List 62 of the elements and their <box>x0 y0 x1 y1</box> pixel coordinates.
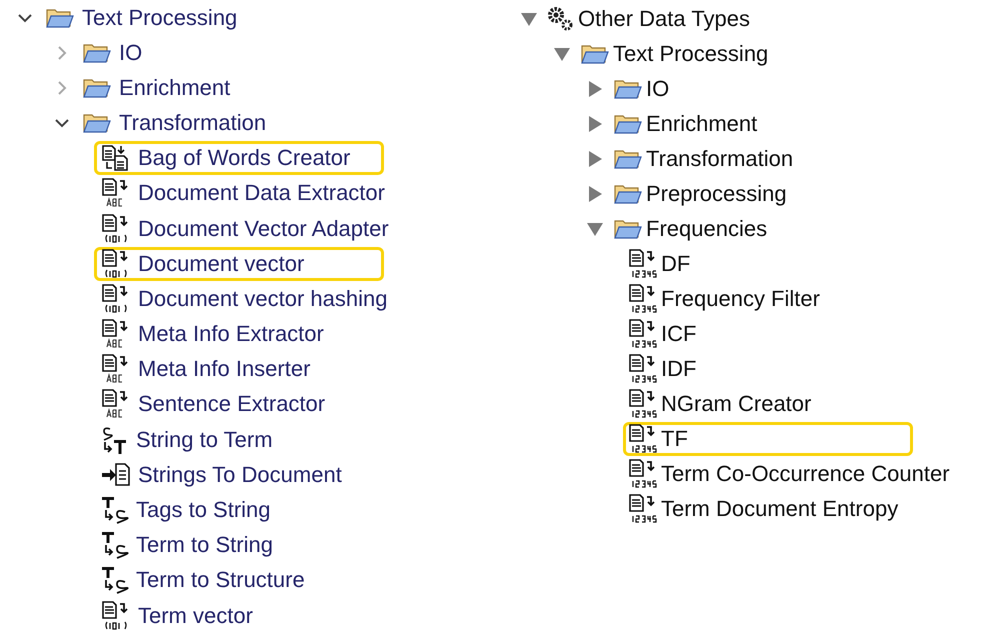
document-icon <box>628 388 658 418</box>
tree-item[interactable]: Preprocessing <box>608 176 796 210</box>
tree-item[interactable]: Text Processing <box>38 0 246 35</box>
folder-icon <box>82 76 112 99</box>
tree-item[interactable]: Document vector hashing <box>94 282 396 316</box>
tree-item[interactable]: Document Data Extractor <box>94 176 394 210</box>
tree-item[interactable]: Term Co-Occurrence Counter <box>623 456 959 490</box>
tree-item[interactable]: DF <box>623 246 913 280</box>
tree-item[interactable]: TF <box>623 422 913 456</box>
expand-icon[interactable] <box>586 184 604 202</box>
tree-item[interactable]: Transformation <box>608 142 802 176</box>
conversion-icon <box>101 566 129 594</box>
document-icon <box>628 284 658 314</box>
folder-icon <box>613 182 643 204</box>
tree-item[interactable]: IO <box>608 72 678 106</box>
document-icon <box>628 424 658 454</box>
tree-item[interactable]: Strings To Document <box>94 458 384 492</box>
tree-item[interactable]: NGram Creator <box>623 386 913 420</box>
tree-item[interactable]: IDF <box>623 352 913 386</box>
tree-item[interactable]: Term vector <box>94 598 384 632</box>
tree-item[interactable]: Term to Structure <box>94 563 384 598</box>
tree-item[interactable]: Enrichment <box>75 70 240 105</box>
tree-item[interactable]: Term Document Entropy <box>623 492 913 526</box>
tree-item[interactable]: Frequency Filter <box>623 282 913 316</box>
tree-item[interactable]: Meta Info Inserter <box>94 352 384 386</box>
tree-item[interactable]: Term to String <box>94 528 384 562</box>
expand-icon[interactable] <box>586 80 604 98</box>
tree-item[interactable]: Document vector <box>94 246 384 281</box>
expand-icon[interactable] <box>586 150 604 168</box>
tree-item[interactable]: Sentence Extractor <box>94 387 384 422</box>
tree-item[interactable]: Enrichment <box>608 106 766 140</box>
folder-icon <box>580 42 610 64</box>
folder-icon <box>82 112 112 134</box>
folder-icon <box>613 78 643 100</box>
document-icon <box>628 494 658 524</box>
gears-icon <box>547 6 575 32</box>
import-document-icon <box>101 462 131 488</box>
tree-item[interactable]: Other Data Types <box>542 2 760 36</box>
tree-item[interactable]: IO <box>75 36 152 70</box>
conversion-icon <box>101 496 129 524</box>
tree-item[interactable]: Text Processing <box>575 36 778 70</box>
document-icon <box>628 354 658 384</box>
folder-icon <box>82 42 112 64</box>
folder-icon <box>45 6 75 29</box>
document-icon <box>628 318 658 348</box>
tree-item[interactable]: String to Term <box>94 422 384 457</box>
conversion-icon <box>101 426 129 454</box>
folder-icon <box>613 148 643 170</box>
tree-item[interactable]: Meta Info Extractor <box>94 317 384 352</box>
tree-item[interactable]: Transformation <box>75 106 276 140</box>
tree-item[interactable]: Frequencies <box>608 212 776 246</box>
expand-icon[interactable] <box>586 114 604 132</box>
documents-icon <box>101 144 131 172</box>
document-icon <box>628 458 658 488</box>
document-icon <box>628 248 658 278</box>
tree-item[interactable]: Bag of Words Creator <box>94 141 384 176</box>
folder-icon <box>613 218 643 240</box>
tree-item[interactable]: Tags to String <box>94 492 384 527</box>
tree-item[interactable]: ICF <box>623 316 913 350</box>
folder-icon <box>613 112 643 134</box>
tree-item[interactable]: Document Vector Adapter <box>94 212 398 246</box>
conversion-icon <box>101 531 129 560</box>
